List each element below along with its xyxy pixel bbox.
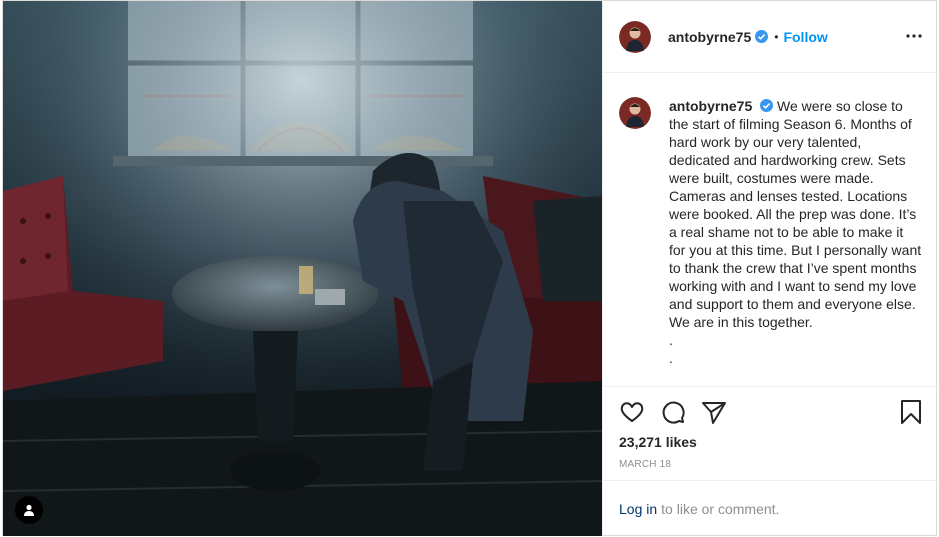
username[interactable]: antobyrne75 <box>668 29 751 45</box>
comment-prompt: Log in to like or comment. <box>603 480 938 536</box>
caption-username[interactable]: antobyrne75 <box>669 98 752 114</box>
likes-count[interactable]: 23,271 likes <box>619 434 697 450</box>
bookmark-icon[interactable] <box>898 399 924 425</box>
caption-area: antobyrne75 We were so close to the star… <box>603 73 938 385</box>
verified-badge-icon <box>755 30 769 43</box>
heart-icon[interactable] <box>619 399 645 425</box>
caption-body: We were so close to the start of filming… <box>669 98 922 330</box>
follow-button[interactable]: Follow <box>783 29 827 45</box>
actions-section: 23,271 likes MARCH 18 <box>603 386 938 480</box>
instagram-post: antobyrne75 • Follow antobyrne75 We were… <box>2 0 938 536</box>
avatar[interactable] <box>619 20 651 53</box>
post-header: antobyrne75 • Follow <box>603 1 938 73</box>
post-image[interactable] <box>3 1 602 536</box>
post-date[interactable]: MARCH 18 <box>619 459 671 470</box>
login-link[interactable]: Log in <box>619 501 657 517</box>
caption-avatar[interactable] <box>619 97 651 129</box>
post-sidebar: antobyrne75 • Follow antobyrne75 We were… <box>602 1 938 536</box>
comment-icon[interactable] <box>660 399 686 425</box>
caption-text: antobyrne75 We were so close to the star… <box>669 97 922 367</box>
pub-scene-photo <box>3 1 602 536</box>
verified-badge-icon <box>760 98 774 112</box>
caption-tail-line: . <box>669 332 673 348</box>
comment-prompt-text: to like or comment. <box>661 500 780 517</box>
user-tag-icon[interactable] <box>15 496 43 524</box>
more-options-icon[interactable] <box>906 28 922 44</box>
paper-plane-icon[interactable] <box>701 399 727 425</box>
action-bar <box>619 399 922 425</box>
caption-tail-line: . <box>669 350 673 366</box>
separator-dot: • <box>774 29 779 44</box>
